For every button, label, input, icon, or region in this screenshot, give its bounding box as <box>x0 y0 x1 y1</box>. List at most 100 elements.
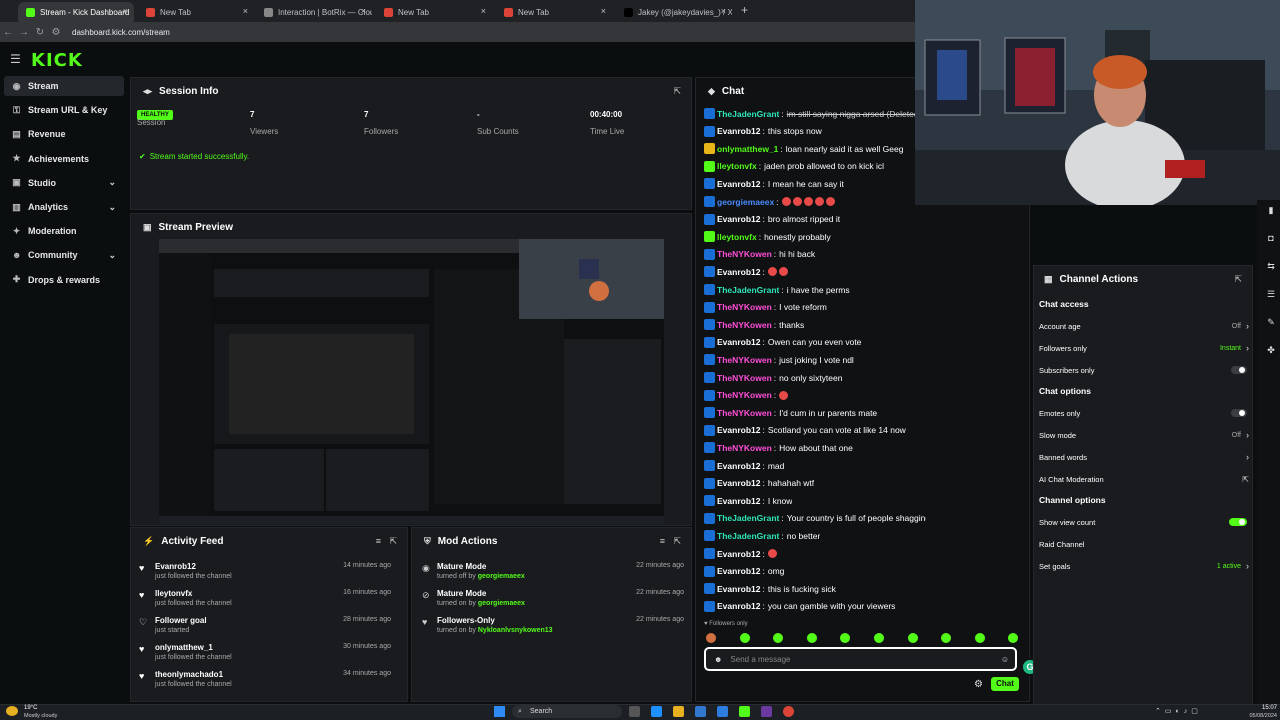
clock-time[interactable]: 15:07 <box>1243 705 1277 711</box>
chat-username[interactable]: lleytonvfx <box>717 232 757 242</box>
channel-action-row[interactable]: Show view count <box>1039 515 1249 529</box>
channel-action-row[interactable]: Account age Off › <box>1039 319 1249 333</box>
chat-message[interactable]: Evanrob12: mad <box>704 457 784 474</box>
toggle-switch[interactable] <box>1231 366 1247 374</box>
file-explorer-icon[interactable] <box>673 706 684 717</box>
chat-username[interactable]: Evanrob12 <box>717 601 760 611</box>
browser-tab[interactable]: New Tab × <box>138 2 254 22</box>
chat-message[interactable]: Evanrob12: omg <box>704 563 784 580</box>
chat-username[interactable]: TheJadenGrant <box>717 285 779 295</box>
mail-icon[interactable] <box>717 706 728 717</box>
chat-message[interactable]: TheNYKowen: <box>704 387 790 404</box>
quick-emote-icon[interactable] <box>806 633 817 643</box>
chevron-down-icon[interactable]: ⌄ <box>108 177 116 188</box>
send-chat-button[interactable]: Chat <box>991 677 1019 691</box>
stack-icon[interactable]: ☰ <box>1265 289 1277 301</box>
close-tab-icon[interactable]: × <box>481 6 486 16</box>
chat-username[interactable]: Evanrob12 <box>717 566 760 576</box>
url-text[interactable]: dashboard.kick.com/stream <box>72 28 170 37</box>
chat-username[interactable]: Evanrob12 <box>717 337 760 347</box>
kick-logo[interactable]: KICK <box>31 50 83 71</box>
chat-username[interactable]: TheNYKowen <box>717 249 772 259</box>
chat-username[interactable]: TheJadenGrant <box>717 109 779 119</box>
chat-username[interactable]: Evanrob12 <box>717 126 760 136</box>
chat-bubble-icon[interactable]: ◘ <box>1265 233 1277 245</box>
close-tab-icon[interactable]: × <box>721 6 726 16</box>
chevron-down-icon[interactable]: ⌄ <box>108 250 116 261</box>
kick-app-icon[interactable] <box>739 706 750 717</box>
stream-preview-video[interactable] <box>159 239 664 524</box>
more-tools-icon[interactable]: ✤ <box>1265 345 1277 357</box>
chat-message[interactable]: Evanrob12: <box>704 263 790 280</box>
mod-action-item[interactable]: ♥ Followers-Only turned on by Nykloanlvsny… <box>412 614 694 640</box>
sidebar-item-moderation[interactable]: ✦ Moderation <box>4 221 124 241</box>
sidebar-item-achievements[interactable]: ★ Achievements <box>4 149 124 169</box>
channel-action-row[interactable]: Emotes only <box>1039 406 1249 420</box>
start-icon[interactable] <box>494 706 505 717</box>
back-icon[interactable]: ← <box>0 27 16 38</box>
mod-action-user[interactable]: georgiemaeex <box>478 573 525 580</box>
chat-username[interactable]: TheNYKowen <box>717 443 772 453</box>
mod-action-user[interactable]: georgiemaeex <box>478 600 525 607</box>
channel-action-row[interactable]: Subscribers only <box>1039 363 1249 377</box>
chat-username[interactable]: TheNYKowen <box>717 390 772 400</box>
wrench-icon[interactable]: ✎ <box>1265 317 1277 329</box>
chat-username[interactable]: onlymatthew_1 <box>717 144 778 154</box>
chat-message[interactable]: Evanrob12: <box>704 545 779 562</box>
browser-tab[interactable]: New Tab × <box>376 2 492 22</box>
quick-emote-icon[interactable] <box>874 633 884 643</box>
task-view-icon[interactable] <box>629 706 640 717</box>
tool-icon-1[interactable]: ▮ <box>1265 205 1277 217</box>
browser-tab[interactable]: Interaction | BotRix — Cloud S× <box>256 2 372 22</box>
chevron-right-icon[interactable]: › <box>1246 321 1249 331</box>
toggle-switch[interactable] <box>1231 409 1247 417</box>
chat-username[interactable]: Evanrob12 <box>717 267 760 277</box>
close-tab-icon[interactable]: × <box>361 6 366 16</box>
quick-emote-icon[interactable] <box>706 633 716 643</box>
chat-username[interactable]: TheJadenGrant <box>717 513 779 523</box>
activity-item[interactable]: ♥ lleytonvfx just followed the channel 16 m… <box>131 587 401 613</box>
chat-message[interactable]: Evanrob12: this is fucking sick <box>704 580 836 597</box>
activity-item[interactable]: ♥ theonlymachado1 just followed the channe… <box>131 668 401 694</box>
chat-username[interactable]: Evanrob12 <box>717 214 760 224</box>
new-tab-button[interactable]: + <box>741 3 748 17</box>
pop-out-icon[interactable]: ⇱ <box>1234 274 1242 285</box>
chrome-icon[interactable] <box>783 706 794 717</box>
store-icon[interactable] <box>695 706 706 717</box>
close-tab-icon[interactable]: × <box>601 6 606 16</box>
weather-temp[interactable]: 19°C <box>24 705 37 711</box>
chevron-right-icon[interactable]: › <box>1246 452 1249 462</box>
activity-item[interactable]: ♥ Evanrob12 just followed the channel 14 mi… <box>131 560 401 586</box>
close-tab-icon[interactable]: × <box>123 6 128 16</box>
browser-tab[interactable]: Jakey (@jakeydavies_) / X × <box>616 2 732 22</box>
chat-message[interactable]: Evanrob12: Scotland you can vote at like … <box>704 422 906 439</box>
site-info-icon[interactable]: ⚙ <box>48 27 64 38</box>
chat-message[interactable]: TheJadenGrant: i have the perms <box>704 281 850 298</box>
sidebar-item-analytics[interactable]: ▥ Analytics ⌄ <box>4 197 124 217</box>
split-icon[interactable]: ⇆ <box>1265 261 1277 273</box>
edge-icon[interactable] <box>651 706 662 717</box>
reload-icon[interactable]: ↻ <box>32 27 48 38</box>
channel-action-row[interactable]: Set goals 1 active › <box>1039 559 1249 573</box>
chat-message[interactable]: Evanrob12: I mean he can say it <box>704 175 844 192</box>
filter-icon[interactable]: ≡ <box>660 536 665 546</box>
emoji-icon[interactable]: ☺ <box>1001 655 1009 664</box>
chat-username[interactable]: Evanrob12 <box>717 461 760 471</box>
quick-emote-icon[interactable] <box>907 633 918 643</box>
chat-message[interactable]: Evanrob12: Owen can you even vote <box>704 334 861 351</box>
sidebar-item-community[interactable]: ☻ Community ⌄ <box>4 245 124 265</box>
chat-message[interactable]: TheNYKowen: I'd cum in ur parents mate <box>704 404 877 421</box>
menu-icon[interactable]: ☰ <box>10 52 21 66</box>
chat-username[interactable]: georgiemaeex <box>717 197 774 207</box>
chat-message[interactable]: Evanrob12: you can gamble with your viewe… <box>704 598 895 615</box>
chat-username[interactable]: Evanrob12 <box>717 496 760 506</box>
chat-username[interactable]: TheNYKowen <box>717 408 772 418</box>
chevron-down-icon[interactable]: ⌄ <box>108 202 116 213</box>
channel-action-row[interactable]: Slow mode Off › <box>1039 428 1249 442</box>
sidebar-item-studio[interactable]: ▣ Studio ⌄ <box>4 173 124 193</box>
mod-action-user[interactable]: Nykloanlvsnykowen13 <box>478 627 553 634</box>
mod-action-item[interactable]: ◉ Mature Mode turned off by georgiemaeex 22… <box>412 560 694 586</box>
chat-username[interactable]: Evanrob12 <box>717 179 760 189</box>
pop-out-icon[interactable]: ⇱ <box>389 536 397 547</box>
chat-message[interactable]: Evanrob12: hahahah wtf <box>704 475 814 492</box>
